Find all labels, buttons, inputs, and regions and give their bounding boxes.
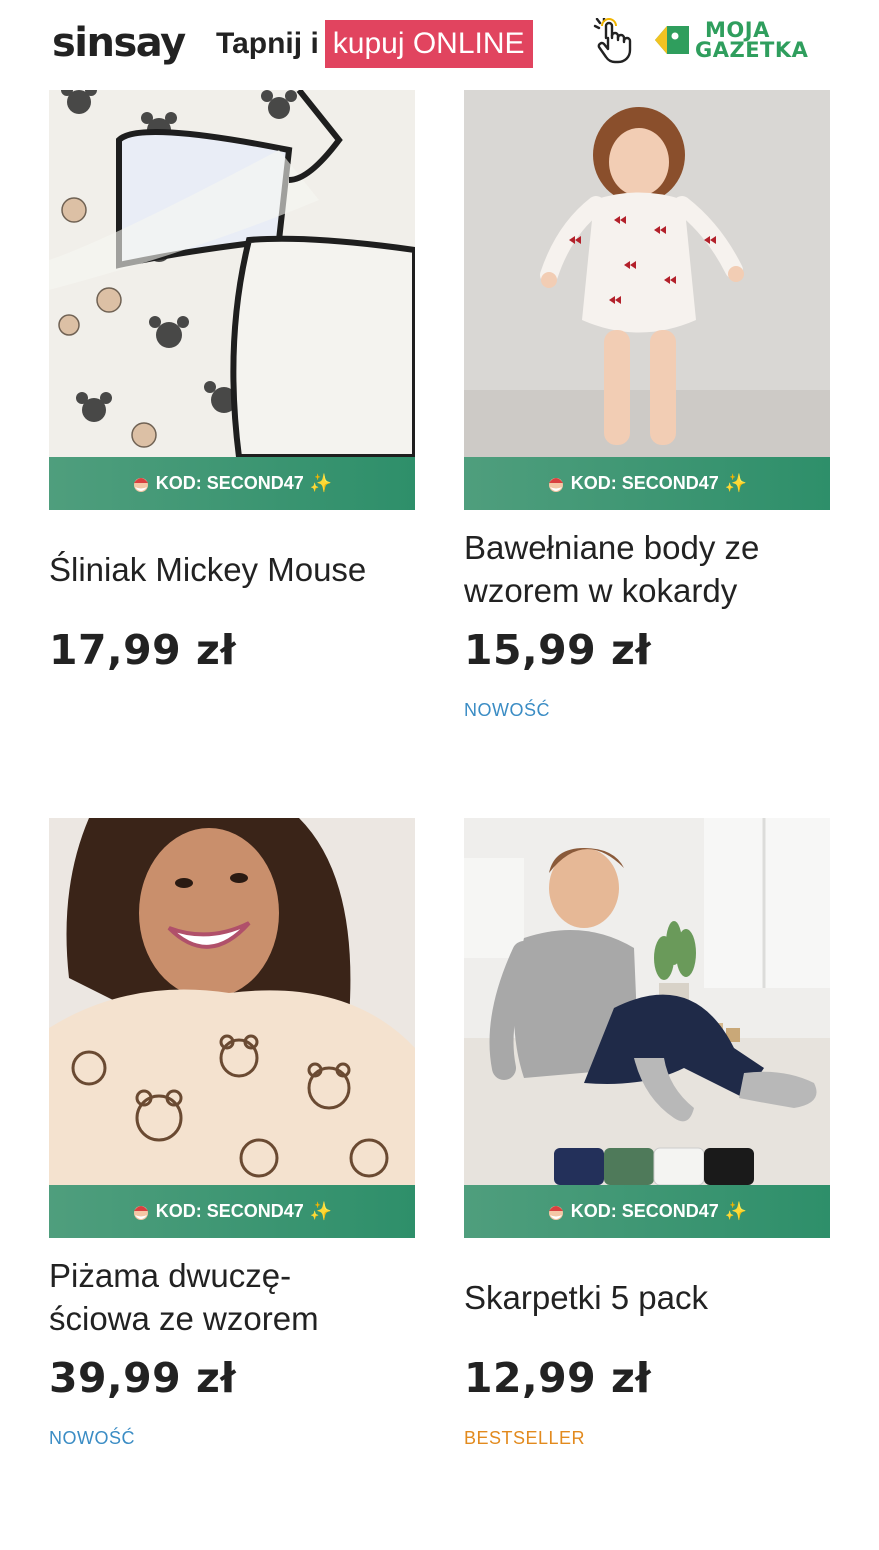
new-badge: NOWOŚĆ [464,700,550,720]
mickey-bib-photo [49,90,415,457]
santa-icon [548,1205,563,1220]
product-price: 15,99 zł [464,626,652,674]
product-card-bodysuit[interactable]: KOD: SECOND47 ✨ Bawełniane body ze wzore… [464,90,830,730]
product-title[interactable]: Skarpetki 5 pack [464,1276,834,1319]
moja-gazetka-logo[interactable]: MOJA GAZETKA [653,18,833,64]
promo-code-bar[interactable]: KOD: SECOND47 ✨ [464,1185,830,1238]
product-image[interactable]: KOD: SECOND47 ✨ [49,90,415,510]
product-image[interactable]: KOD: SECOND47 ✨ [464,818,830,1238]
product-price: 39,99 zł [49,1354,237,1402]
product-card-pajamas[interactable]: KOD: SECOND47 ✨ Piżama dwuczę-ściowa ze … [49,818,415,1458]
product-title[interactable]: Piżama dwuczę-ściowa ze wzorem [49,1254,369,1340]
sparkle-icon: ✨ [724,473,748,493]
tagline-highlight: kupuj ONLINE [324,20,533,68]
partner-logo-text: MOJA GAZETKA [695,18,809,62]
partner-logo-line2: GAZETKA [695,38,809,62]
sparkle-icon: ✨ [724,1201,748,1221]
bodysuit-photo [464,90,830,457]
product-price: 12,99 zł [464,1354,652,1402]
header: sinsay Tapnij i kupuj ONLINE MOJA GAZETK… [0,0,879,90]
promo-code-bar[interactable]: KOD: SECOND47 ✨ [464,457,830,510]
socks-photo [464,818,830,1185]
shop-online-banner[interactable]: Tapnij i kupuj ONLINE [216,20,533,68]
product-title[interactable]: Śliniak Mickey Mouse [49,548,419,591]
promo-code-bar[interactable]: KOD: SECOND47 ✨ [49,457,415,510]
promo-code-text: KOD: SECOND47 [570,473,719,493]
sparkle-icon: ✨ [309,1201,333,1221]
pointing-hand-icon [593,18,632,64]
bestseller-badge: BESTSELLER [464,1428,586,1448]
product-image[interactable]: KOD: SECOND47 ✨ [49,818,415,1238]
product-image[interactable]: KOD: SECOND47 ✨ [464,90,830,510]
promo-code-text: KOD: SECOND47 [155,473,304,493]
promo-code-text: KOD: SECOND47 [155,1201,304,1221]
new-badge: NOWOŚĆ [49,1428,135,1448]
sinsay-logo[interactable]: sinsay [52,18,186,68]
price-tag-icon [655,26,689,54]
product-card-socks[interactable]: KOD: SECOND47 ✨ Skarpetki 5 pack 12,99 z… [464,818,830,1458]
santa-icon [133,477,148,492]
promo-code-bar[interactable]: KOD: SECOND47 ✨ [49,1185,415,1238]
partner-logo-line1: MOJA [705,18,770,42]
santa-icon [548,477,563,492]
sparkle-icon: ✨ [309,473,333,493]
tagline-text: Tapnij i [216,27,319,60]
product-card-bib[interactable]: KOD: SECOND47 ✨ Śliniak Mickey Mouse 17,… [49,90,415,710]
product-price: 17,99 zł [49,626,237,674]
santa-icon [133,1205,148,1220]
product-title[interactable]: Bawełniane body ze wzorem w kokardy [464,526,834,612]
promo-code-text: KOD: SECOND47 [570,1201,719,1221]
pajamas-photo [49,818,415,1185]
